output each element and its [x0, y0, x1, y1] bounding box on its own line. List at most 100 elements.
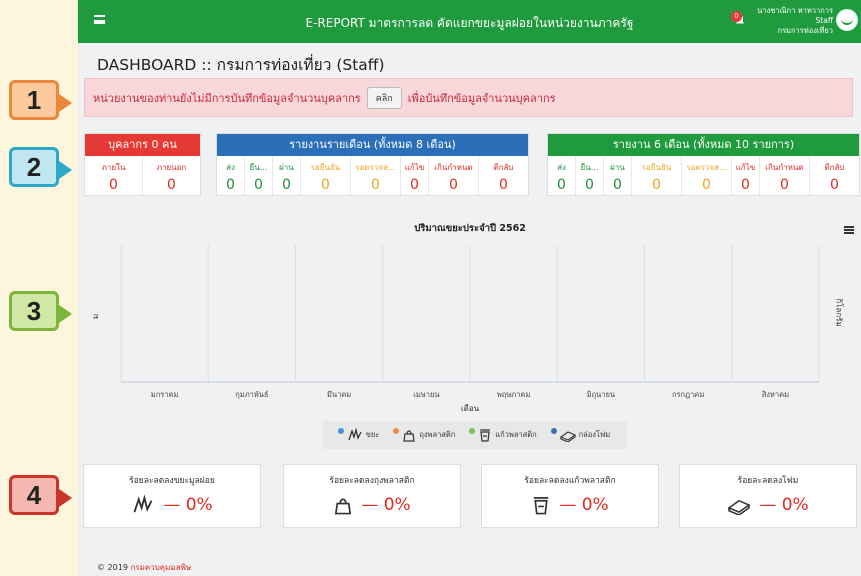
reduction-title: ร้อยละลดลงถุงพลาสติก — [329, 476, 415, 486]
stat-cell[interactable]: ส่ง 0 — [548, 156, 576, 195]
user-role: Staff — [815, 16, 833, 25]
plastic-bag-icon — [403, 430, 416, 442]
stat-cell[interactable]: ผ่าน 0 — [604, 156, 632, 195]
stat-cell[interactable]: รอยืนยัน 0 — [301, 156, 351, 195]
stat-value: 0 — [830, 177, 839, 193]
notification-bell[interactable]: 0 — [731, 11, 745, 25]
stat-value: 0 — [701, 177, 711, 193]
stat-value: 0 — [281, 177, 291, 193]
reduction-card-plastic-bag: ร้อยละลดลงถุงพลาสติก — 0% — [283, 464, 461, 528]
stat-label: รอตรวจส... — [686, 163, 727, 172]
stat-label: เกินกำหนด — [765, 163, 804, 172]
x-tick-label: สิงหาคม — [761, 390, 789, 399]
x-axis-label: เดือน — [461, 404, 480, 413]
stat-cell[interactable]: รอยืนยัน 0 — [632, 156, 682, 195]
stat-value: 0 — [409, 177, 419, 193]
stat-label: รอยืนยัน — [310, 163, 341, 172]
plastic-cup-icon — [480, 429, 491, 442]
foam-box-icon — [727, 499, 751, 515]
callout-3: 3 — [9, 291, 72, 331]
stat-cell[interactable]: เกินกำหนด 0 — [760, 156, 810, 195]
stat-label: ส่ง — [557, 163, 566, 172]
stat-cell[interactable]: รอตรวจส... 0 — [682, 156, 732, 195]
stat-cell[interactable]: ภายใน 0 — [85, 156, 143, 195]
reduction-card-waste: ร้อยละลดลงขยะมูลฝอย — 0% — [83, 464, 261, 528]
footer-year: © 2019 — [97, 563, 128, 572]
card-header: บุคลากร 0 คน — [85, 134, 200, 156]
stat-cell[interactable]: ภายนอก 0 — [143, 156, 200, 195]
stat-label: ส่ง — [226, 163, 235, 172]
x-tick-label: กุมภาพันธ์ — [235, 390, 268, 399]
stat-cell[interactable]: ตีกลับ 0 — [810, 156, 859, 195]
reduction-title: ร้อยละลดลงโฟม — [737, 476, 799, 486]
stat-value: 0 — [584, 177, 594, 193]
stat-value: 0 — [448, 177, 458, 193]
x-tick-label: กรกฎาคม — [672, 390, 704, 399]
stat-label: ผ่าน — [610, 163, 625, 172]
stat-cell[interactable]: ยืน... 0 — [576, 156, 604, 195]
stat-value: 0 — [167, 177, 176, 193]
waste-icon — [348, 428, 362, 441]
footer-org-link[interactable]: กรมควบคุมมลพิษ — [130, 563, 191, 572]
stat-value: 0 — [370, 177, 380, 193]
card-header: รายงานรายเดือน (ทั้งหมด 8 เดือน) — [217, 134, 528, 156]
notification-badge: 0 — [731, 11, 742, 22]
stat-label: ยืน... — [249, 163, 268, 172]
stat-cell[interactable]: ส่ง 0 — [217, 156, 245, 195]
avatar[interactable] — [836, 9, 858, 31]
stat-cell[interactable]: ตีกลับ 0 — [479, 156, 528, 195]
legend-item-waste[interactable]: ขยะ — [337, 428, 380, 442]
stat-label: รอยืนยัน — [641, 163, 672, 172]
stat-cell[interactable]: รอตรวจส... 0 — [351, 156, 401, 195]
legend-label: ขยะ — [365, 430, 380, 439]
stat-label: ผ่าน — [279, 163, 294, 172]
reduction-card-foam-box: ร้อยละลดลงโฟม — 0% — [679, 464, 857, 528]
x-tick-label: มิถุนายน — [587, 390, 615, 399]
chart-legend: ขยะ ถุงพลาสติก แก้วพลาสติก กล่องโฟม — [322, 421, 626, 449]
reduction-title: ร้อยละลดลงขยะมูลฝอย — [129, 476, 215, 486]
reduction-value: — 0% — [759, 495, 809, 515]
x-tick-label: มกราคม — [151, 390, 179, 399]
legend-dot — [469, 428, 476, 434]
stat-cell[interactable]: เกินกำหนด 0 — [429, 156, 479, 195]
alert-banner: หน่วยงานของท่านยังไม่มีการบันทึกข้อมูลจำ… — [84, 78, 853, 117]
user-info[interactable]: นางชาณิกา หาทวาการ Staff กรมการท่องเที่ย… — [757, 6, 833, 36]
stat-label: ยืน... — [580, 163, 599, 172]
card-header: รายงาน 6 เดือน (ทั้งหมด 10 รายการ) — [548, 134, 859, 156]
alert-text: หน่วยงานของท่านยังไม่มีการบันทึกข้อมูลจำ… — [93, 91, 361, 105]
callout-4: 4 — [9, 475, 72, 515]
legend-dot — [550, 428, 557, 434]
x-tick-label: เมษายน — [413, 390, 439, 399]
reduction-value: — 0% — [559, 495, 609, 515]
stat-value: 0 — [612, 177, 622, 193]
stat-label: แก้ไข — [735, 163, 756, 172]
record-personnel-button[interactable]: คลิก — [366, 86, 402, 109]
app-window: E-REPORT มาตรการลด คัดแยกขยะมูลฝอยในหน่ว… — [78, 0, 861, 576]
stat-value: 0 — [499, 177, 508, 193]
user-org: กรมการท่องเที่ยว — [777, 26, 833, 35]
legend-label: กล่องโฟม — [578, 430, 611, 439]
stat-value: 0 — [253, 177, 263, 193]
top-navbar: E-REPORT มาตรการลด คัดแยกขยะมูลฝอยในหน่ว… — [78, 0, 861, 43]
stat-label: แก้ไข — [404, 163, 425, 172]
legend-label: แก้วพลาสติก — [495, 430, 537, 439]
stat-cell[interactable]: ผ่าน 0 — [273, 156, 301, 195]
stat-cell[interactable]: ยืน... 0 — [245, 156, 273, 195]
reduction-title: ร้อยละลดลงแก้วพลาสติก — [524, 476, 616, 486]
callout-2: 2 — [9, 147, 72, 187]
stat-cell[interactable]: แก้ไข 0 — [732, 156, 760, 195]
stat-cell[interactable]: แก้ไข 0 — [401, 156, 429, 195]
legend-item-plastic-cup[interactable]: แก้วพลาสติก — [469, 428, 537, 442]
reduction-value: — 0% — [163, 495, 213, 515]
reduction-value: — 0% — [361, 495, 411, 515]
six-month-report-card: รายงาน 6 เดือน (ทั้งหมด 10 รายการ) ส่ง 0 ย… — [547, 133, 860, 196]
stat-label: เกินกำหนด — [434, 163, 473, 172]
legend-dot — [393, 428, 400, 434]
plastic-cup-icon — [534, 497, 549, 515]
stat-label: ตีกลับ — [824, 163, 845, 172]
monthly-report-card: รายงานรายเดือน (ทั้งหมด 8 เดือน) ส่ง 0 ยืน… — [216, 133, 529, 196]
stat-label: ตีกลับ — [493, 163, 514, 172]
stat-value: 0 — [740, 177, 750, 193]
legend-item-foam-box[interactable]: กล่องโฟม — [550, 428, 611, 442]
legend-item-plastic-bag[interactable]: ถุงพลาสติก — [393, 428, 455, 442]
